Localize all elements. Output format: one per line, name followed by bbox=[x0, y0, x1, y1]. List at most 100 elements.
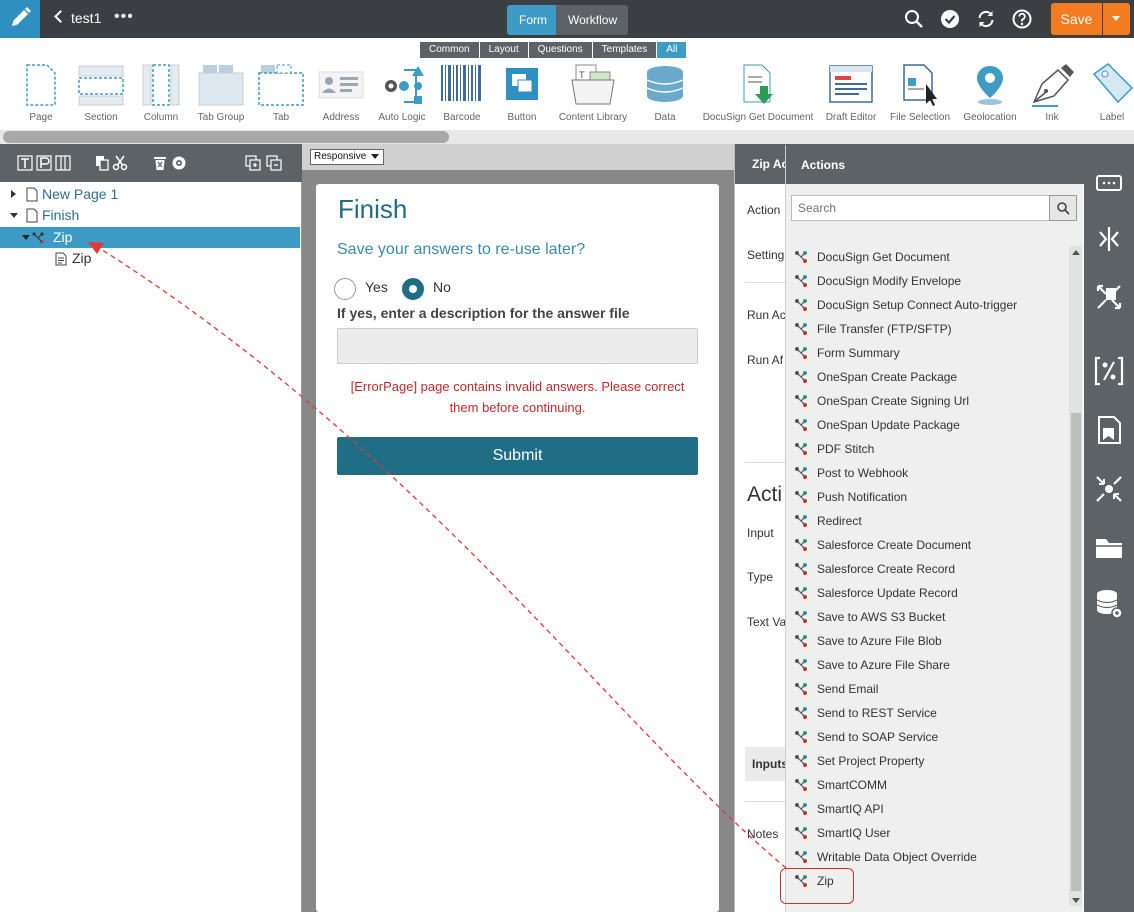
action-option[interactable]: SmartIQ API bbox=[786, 797, 1069, 821]
radio-no[interactable] bbox=[402, 278, 424, 300]
action-option[interactable]: Form Summary bbox=[786, 341, 1069, 365]
action-option[interactable]: Send to REST Service bbox=[786, 701, 1069, 725]
visibility-icon[interactable] bbox=[171, 155, 187, 171]
tool-button[interactable]: Button bbox=[500, 62, 544, 123]
tree-item-zip-action[interactable]: Zip bbox=[0, 227, 300, 248]
actions-list[interactable]: DocuSign Get Document DocuSign Modify Env… bbox=[786, 239, 1069, 907]
action-option[interactable]: PDF Stitch bbox=[786, 437, 1069, 461]
more-options-button[interactable]: ••• bbox=[114, 8, 134, 26]
action-option[interactable]: Send to SOAP Service bbox=[786, 725, 1069, 749]
tool-address[interactable]: Address bbox=[316, 62, 366, 123]
form-tab[interactable]: Form bbox=[507, 5, 556, 35]
action-option[interactable]: Save to AWS S3 Bucket bbox=[786, 605, 1069, 629]
tool-auto-logic[interactable]: Auto Logic bbox=[374, 62, 430, 123]
search-icon[interactable] bbox=[903, 8, 925, 30]
toolbox-scrollbar-thumb[interactable] bbox=[3, 131, 449, 143]
tab-layout[interactable]: Layout bbox=[479, 42, 528, 58]
actions-scrollbar-thumb[interactable] bbox=[1071, 413, 1081, 891]
workflow-tab[interactable]: Workflow bbox=[556, 5, 628, 35]
text-view-icon[interactable] bbox=[17, 155, 33, 171]
action-item-icon bbox=[795, 347, 807, 359]
tool-column[interactable]: Column bbox=[139, 62, 183, 123]
edit-button[interactable] bbox=[0, 0, 40, 38]
action-option[interactable]: OneSpan Update Package bbox=[786, 413, 1069, 437]
submit-button[interactable]: Submit bbox=[337, 437, 698, 475]
expand-caret-icon[interactable] bbox=[11, 190, 16, 198]
bookmark-page-icon[interactable] bbox=[1094, 414, 1124, 446]
copy-icon[interactable] bbox=[94, 155, 110, 171]
action-option[interactable]: Redirect bbox=[786, 509, 1069, 533]
tree-item-finish[interactable]: Finish bbox=[0, 205, 300, 226]
actions-search-button[interactable] bbox=[1049, 195, 1077, 221]
textbox-icon[interactable] bbox=[1094, 172, 1124, 194]
action-option[interactable]: Save to Azure File Blob bbox=[786, 629, 1069, 653]
tool-section[interactable]: Section bbox=[76, 62, 126, 123]
tree-item-new-page-1[interactable]: New Page 1 bbox=[0, 184, 300, 205]
scroll-up-arrow-icon[interactable] bbox=[1072, 250, 1080, 255]
help-icon[interactable] bbox=[1011, 8, 1033, 30]
action-option[interactable]: Send Email bbox=[786, 677, 1069, 701]
tool-ink[interactable]: Ink bbox=[1026, 62, 1078, 123]
radio-yes[interactable] bbox=[334, 278, 356, 300]
action-option[interactable]: Salesforce Update Record bbox=[786, 581, 1069, 605]
tool-page[interactable]: Page bbox=[20, 62, 62, 123]
save-button[interactable]: Save bbox=[1051, 3, 1102, 35]
action-option[interactable]: SmartCOMM bbox=[786, 773, 1069, 797]
tool-geolocation[interactable]: Geolocation bbox=[960, 62, 1020, 123]
document-icon bbox=[55, 252, 67, 266]
tool-barcode[interactable]: Barcode bbox=[439, 62, 485, 123]
action-item-icon bbox=[795, 827, 807, 839]
folder-icon[interactable] bbox=[1094, 534, 1124, 562]
save-options-caret[interactable] bbox=[1103, 3, 1130, 35]
action-option[interactable]: Post to Webhook bbox=[786, 461, 1069, 485]
scroll-down-arrow-icon[interactable] bbox=[1072, 898, 1080, 903]
action-option[interactable]: File Transfer (FTP/SFTP) bbox=[786, 317, 1069, 341]
tab-common[interactable]: Common bbox=[420, 42, 479, 58]
tab-questions[interactable]: Questions bbox=[528, 42, 592, 58]
collapse-caret-icon[interactable] bbox=[22, 235, 30, 240]
action-option[interactable]: OneSpan Create Signing Url bbox=[786, 389, 1069, 413]
delete-icon[interactable] bbox=[152, 155, 168, 171]
action-option[interactable]: DocuSign Modify Envelope bbox=[786, 269, 1069, 293]
tab-templates[interactable]: Templates bbox=[592, 42, 657, 58]
expand-all-icon[interactable] bbox=[245, 155, 261, 171]
actions-search-input[interactable] bbox=[791, 195, 1050, 221]
expand-arrows-icon[interactable] bbox=[1094, 282, 1124, 312]
description-input[interactable] bbox=[337, 328, 698, 364]
action-option[interactable]: Push Notification bbox=[786, 485, 1069, 509]
tool-data[interactable]: Data bbox=[644, 62, 686, 123]
tab-all[interactable]: All bbox=[657, 42, 687, 58]
merge-icon[interactable] bbox=[1094, 224, 1124, 254]
column-view-icon[interactable] bbox=[55, 155, 71, 171]
action-option[interactable]: Salesforce Create Record bbox=[786, 557, 1069, 581]
collapse-caret-icon[interactable] bbox=[10, 213, 18, 218]
action-option[interactable]: Salesforce Create Document bbox=[786, 533, 1069, 557]
collapse-all-icon[interactable] bbox=[266, 155, 282, 171]
database-settings-icon[interactable] bbox=[1094, 587, 1124, 621]
page-view-icon[interactable] bbox=[36, 155, 52, 171]
code-percent-icon[interactable] bbox=[1094, 354, 1124, 388]
layout-mode-select[interactable]: Responsive bbox=[310, 149, 384, 165]
action-option[interactable]: SmartIQ User bbox=[786, 821, 1069, 845]
check-circle-icon[interactable] bbox=[939, 8, 961, 30]
action-option[interactable]: OneSpan Create Package bbox=[786, 365, 1069, 389]
action-option[interactable]: DocuSign Setup Connect Auto-trigger bbox=[786, 293, 1069, 317]
back-chevron-icon[interactable] bbox=[54, 10, 67, 23]
tool-file-selection[interactable]: File Selection bbox=[888, 62, 952, 123]
action-option[interactable]: Writable Data Object Override bbox=[786, 845, 1069, 869]
tool-docusign-get-document[interactable]: DocuSign Get Document bbox=[700, 62, 816, 123]
refresh-icon[interactable] bbox=[975, 8, 997, 30]
section-heading-actions: Acti bbox=[747, 483, 783, 506]
collapse-arrows-icon[interactable] bbox=[1094, 474, 1124, 504]
action-option[interactable]: Save to Azure File Share bbox=[786, 653, 1069, 677]
tool-draft-editor[interactable]: Draft Editor bbox=[822, 62, 880, 123]
tool-tab-group[interactable]: Tab Group bbox=[195, 62, 247, 123]
tool-content-library[interactable]: T Content Library bbox=[556, 62, 630, 123]
tree-item-zip-child[interactable]: Zip bbox=[0, 248, 300, 269]
tool-tab[interactable]: Tab bbox=[256, 62, 306, 123]
tool-label[interactable]: Label bbox=[1086, 62, 1134, 123]
action-option[interactable]: DocuSign Get Document bbox=[786, 245, 1069, 269]
cut-icon[interactable] bbox=[112, 155, 128, 171]
action-option[interactable]: Set Project Property bbox=[786, 749, 1069, 773]
highlight-annotation bbox=[780, 868, 854, 904]
